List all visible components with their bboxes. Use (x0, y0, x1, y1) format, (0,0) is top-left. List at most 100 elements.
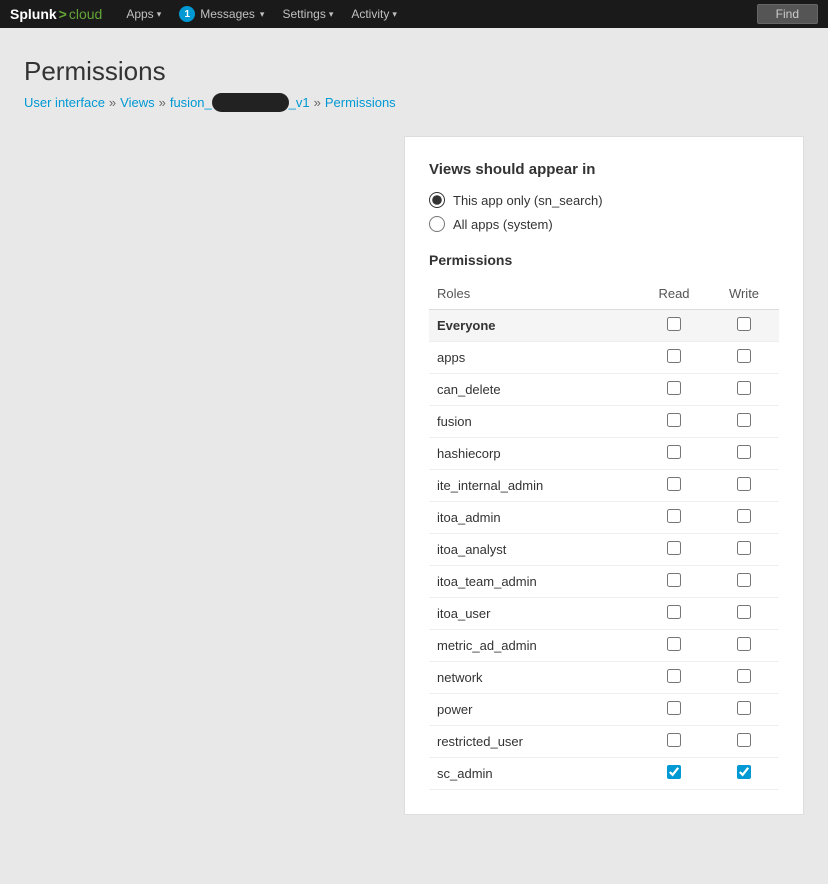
write-check-cell (709, 694, 779, 726)
role-name-cell: Everyone (429, 310, 639, 342)
read-check-cell (639, 374, 709, 406)
table-row: network (429, 662, 779, 694)
breadcrumb-sep-2: » (159, 95, 166, 110)
write-check-cell (709, 758, 779, 790)
write-checkbox-8[interactable] (737, 573, 751, 587)
table-row: metric_ad_admin (429, 630, 779, 662)
breadcrumb-fusion[interactable]: fusion_ _v1 (170, 93, 310, 112)
table-row: fusion (429, 406, 779, 438)
write-checkbox-6[interactable] (737, 509, 751, 523)
permissions-subtitle: Permissions (429, 252, 779, 268)
logo-splunk-text: Splunk (10, 6, 57, 22)
read-check-cell (639, 694, 709, 726)
role-name-cell: apps (429, 342, 639, 374)
read-check-cell (639, 406, 709, 438)
radio-all-apps[interactable]: All apps (system) (429, 216, 779, 232)
write-check-cell (709, 438, 779, 470)
table-row: sc_admin (429, 758, 779, 790)
topnav: Splunk>cloud Apps ▾ 1 Messages ▾ Setting… (0, 0, 828, 28)
right-panel: Views should appear in This app only (sn… (404, 136, 804, 815)
table-header-row: Roles Read Write (429, 280, 779, 310)
activity-caret-icon: ▾ (392, 9, 397, 20)
role-name-cell: hashiecorp (429, 438, 639, 470)
read-checkbox-10[interactable] (667, 637, 681, 651)
write-checkbox-9[interactable] (737, 605, 751, 619)
read-checkbox-12[interactable] (667, 701, 681, 715)
table-row: restricted_user (429, 726, 779, 758)
nav-activity[interactable]: Activity ▾ (343, 3, 405, 25)
read-check-cell (639, 630, 709, 662)
read-check-cell (639, 438, 709, 470)
write-check-cell (709, 406, 779, 438)
read-check-cell (639, 534, 709, 566)
write-checkbox-4[interactable] (737, 445, 751, 459)
radio-group: This app only (sn_search) All apps (syst… (429, 192, 779, 232)
read-checkbox-3[interactable] (667, 413, 681, 427)
read-checkbox-0[interactable] (667, 317, 681, 331)
read-check-cell (639, 758, 709, 790)
table-row: Everyone (429, 310, 779, 342)
write-checkbox-0[interactable] (737, 317, 751, 331)
apps-caret-icon: ▾ (157, 9, 162, 20)
write-checkbox-7[interactable] (737, 541, 751, 555)
write-checkbox-1[interactable] (737, 349, 751, 363)
nav-messages[interactable]: 1 Messages ▾ (171, 2, 272, 26)
write-check-cell (709, 598, 779, 630)
breadcrumb-user-interface[interactable]: User interface (24, 95, 105, 110)
role-name-cell: itoa_admin (429, 502, 639, 534)
read-checkbox-5[interactable] (667, 477, 681, 491)
role-name-cell: itoa_user (429, 598, 639, 630)
find-button[interactable]: Find (757, 4, 818, 24)
settings-caret-icon: ▾ (329, 9, 334, 20)
read-checkbox-14[interactable] (667, 765, 681, 779)
read-checkbox-2[interactable] (667, 381, 681, 395)
messages-caret-icon: ▾ (260, 9, 265, 20)
read-check-cell (639, 598, 709, 630)
read-checkbox-7[interactable] (667, 541, 681, 555)
read-check-cell (639, 726, 709, 758)
views-section-title: Views should appear in (429, 161, 779, 178)
radio-this-app-label: This app only (sn_search) (453, 193, 603, 208)
logo[interactable]: Splunk>cloud (10, 6, 102, 22)
nav-items: Apps ▾ 1 Messages ▾ Settings ▾ Activity … (118, 2, 405, 26)
radio-this-app-input[interactable] (429, 192, 445, 208)
write-checkbox-10[interactable] (737, 637, 751, 651)
logo-arrow: > (59, 6, 67, 22)
breadcrumb-sep-1: » (109, 95, 116, 110)
role-name-cell: itoa_analyst (429, 534, 639, 566)
write-checkbox-14[interactable] (737, 765, 751, 779)
write-checkbox-11[interactable] (737, 669, 751, 683)
nav-apps[interactable]: Apps ▾ (118, 3, 169, 25)
read-checkbox-6[interactable] (667, 509, 681, 523)
write-check-cell (709, 374, 779, 406)
read-checkbox-1[interactable] (667, 349, 681, 363)
logo-cloud-text: cloud (69, 6, 102, 22)
read-checkbox-11[interactable] (667, 669, 681, 683)
breadcrumb-views[interactable]: Views (120, 95, 154, 110)
table-row: ite_internal_admin (429, 470, 779, 502)
write-check-cell (709, 630, 779, 662)
read-checkbox-4[interactable] (667, 445, 681, 459)
nav-settings[interactable]: Settings ▾ (274, 3, 341, 25)
write-checkbox-2[interactable] (737, 381, 751, 395)
col-header-write: Write (709, 280, 779, 310)
table-row: itoa_user (429, 598, 779, 630)
read-checkbox-9[interactable] (667, 605, 681, 619)
radio-all-apps-input[interactable] (429, 216, 445, 232)
write-check-cell (709, 502, 779, 534)
write-checkbox-12[interactable] (737, 701, 751, 715)
write-checkbox-13[interactable] (737, 733, 751, 747)
radio-this-app[interactable]: This app only (sn_search) (429, 192, 779, 208)
read-checkbox-8[interactable] (667, 573, 681, 587)
write-check-cell (709, 470, 779, 502)
write-checkbox-3[interactable] (737, 413, 751, 427)
breadcrumb-sep-3: » (314, 95, 321, 110)
read-checkbox-13[interactable] (667, 733, 681, 747)
write-checkbox-5[interactable] (737, 477, 751, 491)
table-row: itoa_team_admin (429, 566, 779, 598)
write-check-cell (709, 662, 779, 694)
role-name-cell: sc_admin (429, 758, 639, 790)
breadcrumb-permissions[interactable]: Permissions (325, 95, 396, 110)
write-check-cell (709, 726, 779, 758)
write-check-cell (709, 310, 779, 342)
